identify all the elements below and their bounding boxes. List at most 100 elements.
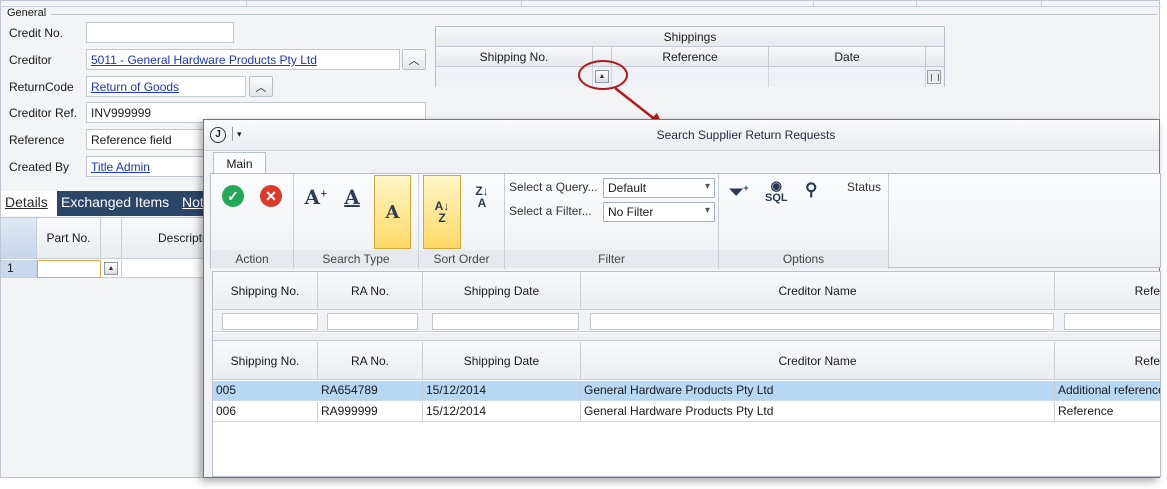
filter-label: Select a Filter... <box>509 204 592 218</box>
ribbon-tab-main[interactable]: Main <box>213 152 266 174</box>
tab-exchanged-items[interactable]: Exchanged Items <box>61 194 169 210</box>
group-title: General <box>7 7 50 19</box>
search-dialog: J ▾ Search Supplier Return Requests Main… <box>203 119 1161 478</box>
sort-descending-button[interactable]: Z↓ A <box>465 178 499 216</box>
group-label-filter: Filter <box>505 250 718 268</box>
description-cell[interactable] <box>122 260 211 278</box>
sql-view-button[interactable]: ◉ SQL <box>765 179 788 204</box>
group-sort-order: A↓ Z Z↓ A Sort Order <box>419 174 505 269</box>
col-creditor-name[interactable]: Creditor Name <box>581 342 1055 380</box>
group-search-type: A+ A A Search Type <box>294 174 419 269</box>
creditor-ref-label: Creditor Ref. <box>9 106 78 120</box>
col-description[interactable]: Description <box>122 218 218 259</box>
cell-reference: Additional reference <box>1058 383 1161 397</box>
filter-select[interactable]: No Filter <box>603 202 715 222</box>
splitter[interactable] <box>213 333 1160 341</box>
shippings-grid: Shippings Shipping No. Reference Date ▲ <box>435 26 945 87</box>
col-part-no[interactable]: Part No. <box>37 218 101 259</box>
search-contains-button[interactable]: A <box>374 175 411 249</box>
search-starts-with-button[interactable]: A+ <box>300 178 332 216</box>
filter-col-creditor-name[interactable]: Creditor Name <box>581 272 1055 310</box>
return-code-label: ReturnCode <box>9 80 74 94</box>
group-filter: Select a Query... Default Select a Filte… <box>505 174 719 269</box>
shippings-title: Shippings <box>436 27 944 47</box>
sort-az-icon: A↓ Z <box>434 199 450 225</box>
row-number: 1 <box>1 260 37 278</box>
ribbon: ✓ ✕ Action A+ A A Search Type A↓ Z Z↓ A So… <box>210 173 1161 269</box>
lookup-button[interactable]: ▲ <box>104 262 118 275</box>
filter-col-reference[interactable]: Refe <box>1055 272 1160 310</box>
font-exact-icon: A <box>344 185 360 209</box>
creditor-expand-button[interactable]: ︿ <box>402 49 426 70</box>
group-label-search-type: Search Type <box>294 250 418 268</box>
col-shipping-date[interactable]: Shipping Date <box>423 342 581 380</box>
ok-button[interactable]: ✓ <box>219 182 247 210</box>
query-select[interactable]: Default <box>603 178 715 198</box>
top-strip <box>1 1 1161 7</box>
tab-details[interactable]: Details <box>1 191 57 216</box>
credit-no-label: Credit No. <box>9 26 64 40</box>
query-label: Select a Query... <box>509 180 598 194</box>
filter-shipping-date-input[interactable] <box>432 313 579 330</box>
filter-header-row: Shipping No. RA No. Shipping Date Credit… <box>213 272 1160 310</box>
group-label-sort-order: Sort Order <box>419 250 504 268</box>
shippings-new-row[interactable]: ▲ <box>436 67 944 87</box>
filter-shipping-no-input[interactable] <box>222 313 318 330</box>
trash-icon[interactable] <box>927 70 941 84</box>
lookup-cell: ▲ <box>101 260 122 278</box>
filter-col-shipping-date[interactable]: Shipping Date <box>423 272 581 310</box>
created-by-label: Created By <box>9 160 70 174</box>
filter-col-shipping-no[interactable]: Shipping No. <box>213 272 318 310</box>
cell-shipping-date: 15/12/2014 <box>423 381 581 401</box>
chevron-up-icon: ︿ <box>255 81 267 94</box>
search-exact-button[interactable]: A <box>336 178 368 216</box>
cell-ra-no: RA654789 <box>318 381 423 401</box>
filter-ra-no-input[interactable] <box>327 313 418 330</box>
filter-creditor-name-input[interactable] <box>590 313 1054 330</box>
col-lookup <box>101 218 122 259</box>
reference-label: Reference <box>9 133 65 147</box>
return-code-expand-button[interactable]: ︿ <box>249 76 273 97</box>
return-code-field[interactable]: Return of Goods <box>86 76 246 97</box>
dialog-title: Search Supplier Return Requests <box>656 128 836 142</box>
group-options: ⏷+ ◉ SQL ⚲ Status Options <box>719 174 889 269</box>
filter-col-ra-no[interactable]: RA No. <box>318 272 423 310</box>
col-reference[interactable]: Refe <box>1055 342 1160 380</box>
creditor-field[interactable]: 5011 - General Hardware Products Pty Ltd <box>86 49 400 70</box>
results-header-row: Shipping No. RA No. Shipping Date Credit… <box>213 342 1160 380</box>
table-row[interactable]: 006 RA999999 15/12/2014 General Hardware… <box>213 402 1160 422</box>
cell-reference: Reference <box>1058 404 1114 418</box>
results-area: Shipping No. RA No. Shipping Date Credit… <box>212 271 1161 477</box>
group-label-action: Action <box>211 250 293 268</box>
group-action: ✓ ✕ Action <box>211 174 294 269</box>
part-no-cell[interactable] <box>37 260 101 278</box>
sort-ascending-button[interactable]: A↓ Z <box>423 175 461 249</box>
sql-label: SQL <box>765 192 788 204</box>
cell-shipping-date: 15/12/2014 <box>423 402 581 422</box>
tab-notes[interactable]: Not <box>182 194 204 210</box>
creditor-label: Creditor <box>9 53 52 67</box>
table-row[interactable]: 005 RA654789 15/12/2014 General Hardware… <box>213 381 1160 401</box>
col-ra-no[interactable]: RA No. <box>318 342 423 380</box>
cancel-button[interactable]: ✕ <box>257 182 285 210</box>
filter-add-icon[interactable]: ⏷+ <box>729 182 749 203</box>
search-settings-icon[interactable]: ⚲ <box>805 180 817 200</box>
group-label-options: Options <box>719 250 888 268</box>
check-icon: ✓ <box>222 185 244 207</box>
filter-input-row <box>213 310 1160 332</box>
col-shipping-no[interactable]: Shipping No. <box>213 342 318 380</box>
cell-shipping-no: 005 <box>213 381 318 401</box>
details-grid: Part No. Description 1 ▲ <box>1 217 218 278</box>
group-divider <box>51 14 1157 15</box>
chevron-up-icon: ︿ <box>408 54 420 67</box>
col-reference[interactable]: Reference <box>612 47 769 67</box>
filter-reference-input[interactable] <box>1064 313 1160 330</box>
col-date[interactable]: Date <box>769 47 926 67</box>
col-shipping-no[interactable]: Shipping No. <box>436 47 593 67</box>
credit-no-input[interactable] <box>86 22 234 43</box>
cell-creditor-name: General Hardware Products Pty Ltd <box>581 381 1055 401</box>
dialog-titlebar: J ▾ Search Supplier Return Requests <box>204 120 1159 151</box>
row-selector-header[interactable] <box>1 218 37 259</box>
status-label[interactable]: Status <box>847 180 881 194</box>
cell-shipping-no: 006 <box>213 402 318 422</box>
